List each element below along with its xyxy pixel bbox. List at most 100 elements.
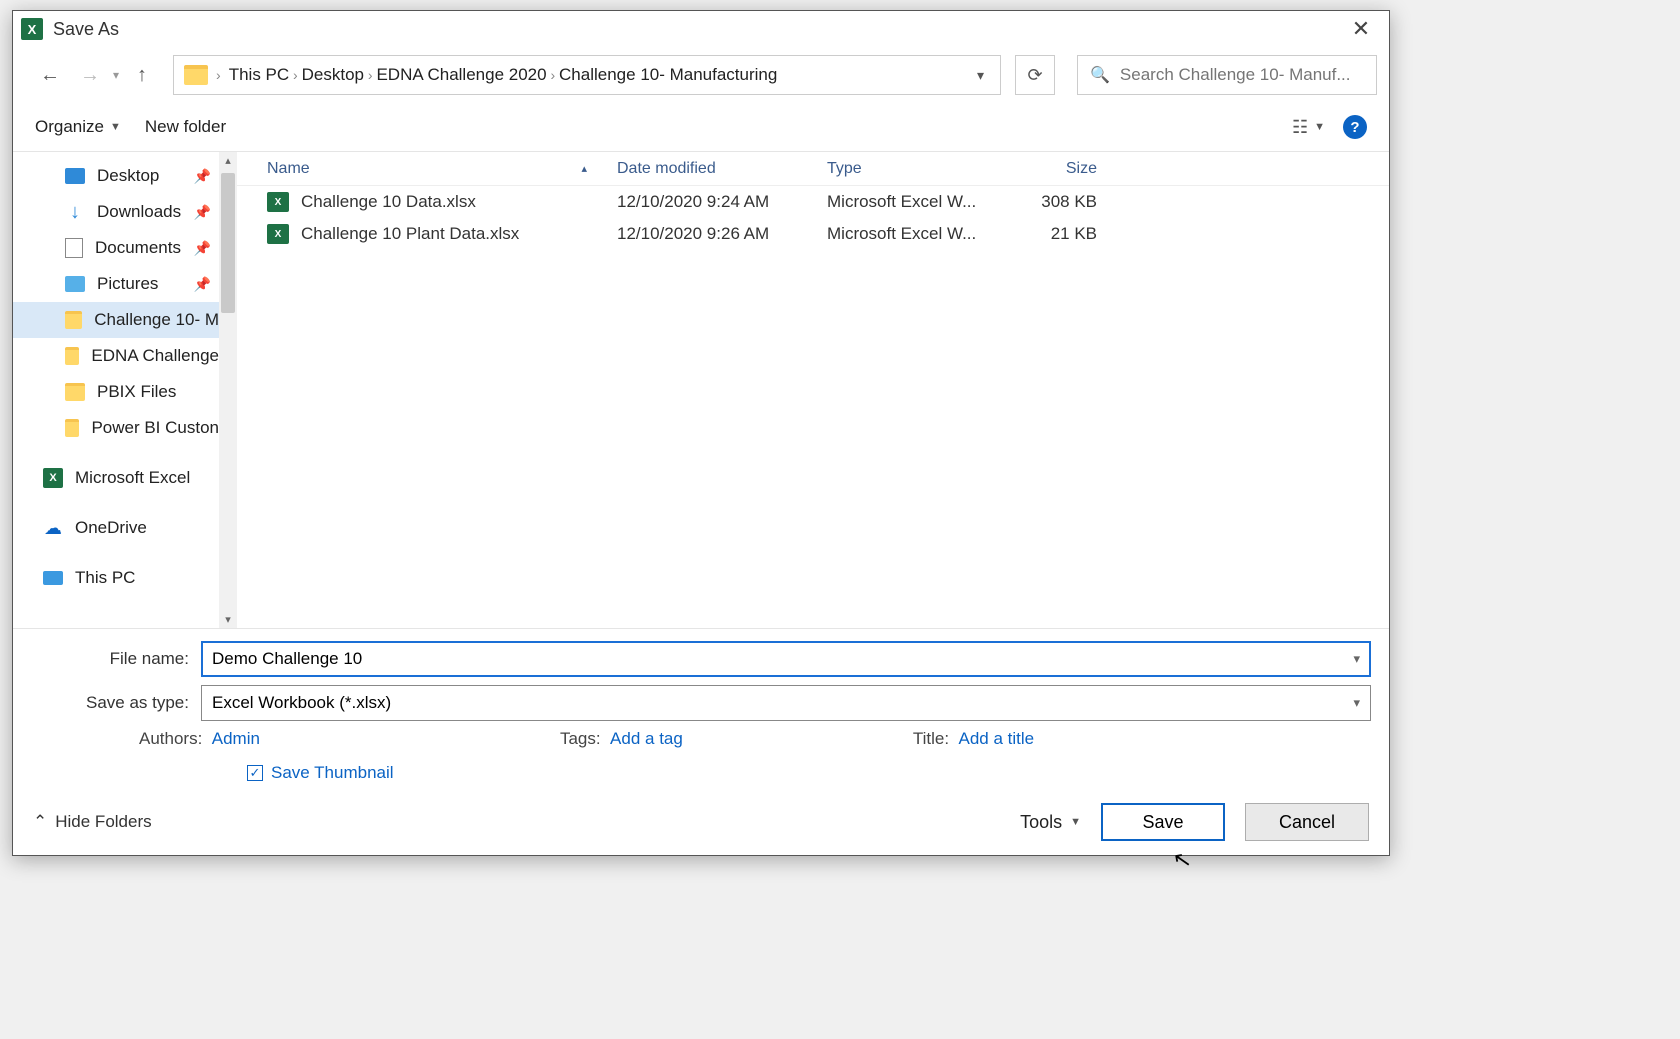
excel-file-icon: X — [267, 224, 289, 244]
chevron-down-icon[interactable]: ▾ — [1353, 695, 1360, 711]
organize-label: Organize — [35, 117, 104, 137]
new-folder-button[interactable]: New folder — [145, 117, 226, 137]
pin-icon: 📌 — [194, 240, 211, 257]
sidebar-item-label: Pictures — [97, 274, 158, 294]
sidebar-item[interactable]: ↓ Downloads 📌 — [13, 194, 219, 230]
doc-icon — [65, 238, 83, 258]
search-input[interactable] — [1120, 65, 1364, 85]
search-box[interactable]: 🔍 — [1077, 55, 1377, 95]
filename-label: File name: — [31, 649, 201, 669]
back-button[interactable]: ← — [33, 58, 67, 92]
pin-icon: 📌 — [194, 204, 211, 221]
refresh-button[interactable]: ⟳ — [1015, 55, 1055, 95]
file-date: 12/10/2020 9:24 AM — [617, 192, 827, 212]
breadcrumb-segment[interactable]: This PC — [229, 65, 289, 84]
filename-input[interactable] — [212, 649, 1360, 669]
dl-icon: ↓ — [65, 203, 85, 221]
chevron-up-icon: ⌃ — [33, 812, 47, 832]
authors-value[interactable]: Admin — [212, 729, 260, 748]
sidebar-item[interactable]: Challenge 10- M — [13, 302, 219, 338]
sidebar-root-item[interactable]: XMicrosoft Excel — [13, 460, 219, 496]
save-as-dialog: X Save As ✕ ← → ▾ ↑ › This PC › Desktop … — [12, 10, 1390, 856]
chevron-down-icon: ▼ — [1070, 816, 1081, 828]
file-type: Microsoft Excel W... — [827, 224, 997, 244]
scroll-down-icon[interactable]: ▾ — [225, 613, 231, 626]
pin-icon: 📌 — [194, 168, 211, 185]
file-row[interactable]: X Challenge 10 Plant Data.xlsx 12/10/2020 … — [237, 218, 1389, 250]
sidebar-root-item[interactable]: ☁OneDrive — [13, 510, 219, 546]
main-area: Desktop📌↓Downloads📌Documents📌Pictures📌Ch… — [13, 151, 1389, 628]
sidebar-root-item[interactable]: This PC — [13, 560, 219, 596]
title-value[interactable]: Add a title — [959, 729, 1035, 748]
view-list-icon: ☷ — [1292, 117, 1308, 138]
chevron-down-icon[interactable]: ▾ — [1353, 651, 1360, 667]
pic-icon — [65, 276, 85, 292]
pin-icon: 📌 — [194, 276, 211, 293]
savetype-label: Save as type: — [31, 693, 201, 713]
up-button[interactable]: ↑ — [125, 58, 159, 92]
title-label: Title: — [913, 729, 949, 748]
cancel-button[interactable]: Cancel — [1245, 803, 1369, 841]
nav-row: ← → ▾ ↑ › This PC › Desktop › EDNA Chall… — [13, 47, 1389, 103]
breadcrumb-segment[interactable]: Challenge 10- Manufacturing — [559, 65, 777, 84]
file-name: Challenge 10 Data.xlsx — [301, 192, 476, 212]
save-button[interactable]: Save — [1101, 803, 1225, 841]
help-button[interactable]: ? — [1343, 115, 1367, 139]
sidebar-item[interactable]: Pictures 📌 — [13, 266, 219, 302]
sidebar-item-label: PBIX Files — [97, 382, 176, 402]
sidebar-item[interactable]: EDNA Challenge — [13, 338, 219, 374]
sidebar-item-label: Desktop — [97, 166, 159, 186]
col-name[interactable]: Name ▴ — [237, 160, 617, 178]
col-size[interactable]: Size — [997, 160, 1107, 178]
sidebar-item[interactable]: Documents📌 — [13, 230, 219, 266]
savetype-value: Excel Workbook (*.xlsx) — [212, 693, 391, 713]
new-folder-label: New folder — [145, 117, 226, 137]
metadata-row: Authors: Admin Tags: Add a tag Title: Ad… — [31, 729, 1371, 749]
file-size: 308 KB — [997, 192, 1107, 212]
sidebar-item[interactable]: PBIX Files — [13, 374, 219, 410]
hide-folders-button[interactable]: ⌃ Hide Folders — [33, 812, 152, 832]
file-date: 12/10/2020 9:26 AM — [617, 224, 827, 244]
folder-icon — [65, 311, 82, 329]
save-thumbnail-checkbox[interactable]: ✓ — [247, 765, 263, 781]
close-button[interactable]: ✕ — [1341, 16, 1381, 42]
file-name: Challenge 10 Plant Data.xlsx — [301, 224, 519, 244]
view-options-button[interactable]: ☷ ▼ — [1292, 117, 1325, 138]
sidebar-item-label: Challenge 10- M — [94, 310, 219, 330]
savetype-combo[interactable]: Excel Workbook (*.xlsx) ▾ — [201, 685, 1371, 721]
address-bar[interactable]: › This PC › Desktop › EDNA Challenge 202… — [173, 55, 1001, 95]
file-row[interactable]: XChallenge 10 Data.xlsx12/10/2020 9:24 A… — [237, 186, 1389, 218]
titlebar: X Save As ✕ — [13, 11, 1389, 47]
breadcrumb-sep: › — [216, 67, 221, 83]
folder-icon — [184, 65, 208, 85]
col-type[interactable]: Type — [827, 160, 997, 178]
breadcrumb-sep: › — [364, 67, 376, 83]
od-icon: ☁ — [43, 519, 63, 537]
forward-button[interactable]: → — [73, 58, 107, 92]
organize-button[interactable]: Organize ▼ — [35, 117, 121, 137]
chevron-down-icon: ▼ — [1314, 121, 1325, 133]
breadcrumb-segment[interactable]: EDNA Challenge 2020 — [376, 65, 546, 84]
save-thumbnail-row[interactable]: ✓ Save Thumbnail — [31, 763, 1371, 783]
sidebar-item[interactable]: Desktop 📌 — [13, 158, 219, 194]
sidebar-item-label: Microsoft Excel — [75, 468, 190, 488]
col-date[interactable]: Date modified — [617, 160, 827, 178]
excel-app-icon: X — [21, 18, 43, 40]
sidebar-item-label: This PC — [75, 568, 135, 588]
tags-label: Tags: — [560, 729, 601, 748]
history-dropdown-icon[interactable]: ▾ — [113, 68, 119, 82]
address-dropdown-icon[interactable]: ▾ — [971, 67, 990, 84]
breadcrumb-segment[interactable]: Desktop — [302, 65, 364, 84]
tools-button[interactable]: Tools ▼ — [1020, 812, 1081, 833]
sidebar-scrollbar[interactable]: ▴ ▾ — [219, 152, 237, 628]
tags-value[interactable]: Add a tag — [610, 729, 683, 748]
file-list: Name ▴ Date modified Type Size XChalleng… — [237, 152, 1389, 628]
filename-combo[interactable]: ▾ — [201, 641, 1371, 677]
sidebar-item-label: Downloads — [97, 202, 181, 222]
sidebar-item[interactable]: Power BI Custon — [13, 410, 219, 446]
chevron-down-icon: ▼ — [110, 121, 121, 133]
save-form: File name: ▾ Save as type: Excel Workboo… — [13, 628, 1389, 789]
scroll-up-icon[interactable]: ▴ — [225, 154, 231, 167]
scroll-thumb[interactable] — [221, 173, 235, 313]
file-size: 21 KB — [997, 224, 1107, 244]
